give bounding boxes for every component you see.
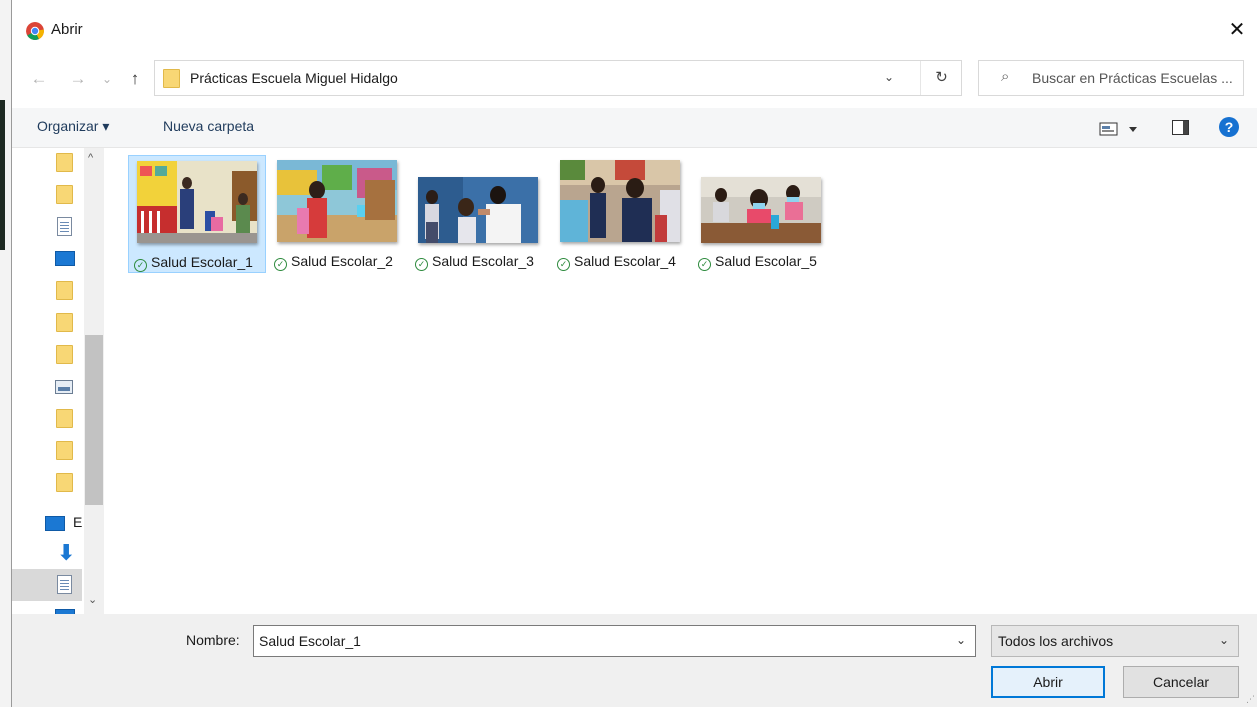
folder-icon bbox=[56, 441, 73, 460]
nav-downloads[interactable]: ⬇ bbox=[55, 540, 76, 565]
file-name: ✓ Salud Escolar_2 bbox=[269, 253, 407, 271]
file-name: ✓ Salud Escolar_5 bbox=[693, 253, 831, 271]
address-bar[interactable]: Prácticas Escuela Miguel Hidalgo ⌄ ↻ bbox=[154, 60, 962, 96]
nav-desktop-2[interactable] bbox=[55, 607, 75, 614]
download-icon: ⬇ bbox=[57, 540, 76, 565]
open-file-dialog: Abrir ✕ ← → ⌄ ↑ Prácticas Escuela Miguel… bbox=[12, 0, 1257, 707]
file-tile[interactable]: ✓ Salud Escolar_1 bbox=[128, 155, 266, 273]
preview-pane-button[interactable] bbox=[1172, 120, 1189, 135]
nav-documents[interactable] bbox=[55, 217, 75, 237]
nav-folder-3[interactable] bbox=[55, 281, 75, 301]
image-thumbnail bbox=[701, 177, 821, 243]
folder-icon bbox=[56, 313, 73, 332]
scrollbar-thumb[interactable] bbox=[85, 335, 103, 505]
command-bar: Organizar ▾ Nueva carpeta ? bbox=[12, 108, 1257, 148]
file-tile[interactable]: ✓ Salud Escolar_5 bbox=[693, 155, 831, 273]
help-button[interactable]: ? bbox=[1219, 117, 1239, 137]
title-bar: Abrir ✕ bbox=[12, 0, 1257, 60]
folder-icon bbox=[56, 153, 73, 172]
file-name-label: Nombre: bbox=[186, 632, 240, 648]
help-icon: ? bbox=[1224, 119, 1234, 135]
nav-folder-5[interactable] bbox=[55, 345, 75, 365]
address-dropdown-icon[interactable]: ⌄ bbox=[884, 70, 894, 84]
search-box[interactable]: ⌕ Buscar en Prácticas Escuelas ... bbox=[978, 60, 1244, 96]
image-thumbnail bbox=[137, 161, 257, 243]
sync-check-icon: ✓ bbox=[557, 258, 570, 271]
folder-icon bbox=[56, 185, 73, 204]
chevron-down-icon: ⌄ bbox=[101, 72, 113, 86]
pictures-icon bbox=[55, 380, 73, 394]
file-name: ✓ Salud Escolar_3 bbox=[410, 253, 548, 271]
background-window-edge bbox=[0, 0, 12, 707]
file-name-input[interactable]: Salud Escolar_1 ⌄ bbox=[253, 625, 976, 657]
file-tile[interactable]: ✓ Salud Escolar_4 bbox=[552, 155, 690, 273]
folder-icon bbox=[56, 281, 73, 300]
current-path: Prácticas Escuela Miguel Hidalgo bbox=[190, 70, 398, 86]
address-row: ← → ⌄ ↑ Prácticas Escuela Miguel Hidalgo… bbox=[12, 60, 1257, 100]
forward-arrow-icon: → bbox=[69, 69, 87, 88]
file-tile[interactable]: ✓ Salud Escolar_3 bbox=[410, 155, 548, 273]
nav-scrollbar[interactable]: ^ ⌄ bbox=[84, 148, 104, 614]
view-icon bbox=[1099, 122, 1137, 136]
chevron-down-icon[interactable]: ⌄ bbox=[956, 633, 966, 647]
image-thumbnail bbox=[560, 160, 680, 242]
sync-check-icon: ✓ bbox=[698, 258, 711, 271]
refresh-button[interactable]: ↻ bbox=[920, 61, 962, 95]
forward-button[interactable]: → bbox=[67, 66, 89, 92]
folder-icon bbox=[56, 409, 73, 428]
close-icon: ✕ bbox=[1228, 19, 1246, 41]
nav-desktop[interactable] bbox=[55, 249, 75, 269]
recent-locations-button[interactable]: ⌄ bbox=[96, 66, 118, 92]
folder-icon bbox=[56, 473, 73, 492]
chevron-down-icon: ⌄ bbox=[1218, 633, 1229, 647]
open-button[interactable]: Abrir bbox=[991, 666, 1105, 698]
file-list-view: ✓ Salud Escolar_1 ✓ Salud Escolar_2 ✓ Sa… bbox=[105, 148, 1257, 614]
nav-folder-6[interactable] bbox=[55, 409, 75, 429]
document-icon bbox=[57, 217, 72, 236]
image-thumbnail bbox=[418, 177, 538, 243]
nav-this-pc-label: E bbox=[73, 514, 83, 530]
file-type-select[interactable]: Todos los archivos ⌄ bbox=[991, 625, 1239, 657]
organize-menu-button[interactable]: Organizar ▾ bbox=[37, 118, 109, 135]
back-arrow-icon: ← bbox=[30, 69, 48, 88]
nav-documents-2[interactable] bbox=[55, 575, 75, 595]
image-thumbnail bbox=[277, 160, 397, 242]
resize-grip-icon[interactable]: ⋰ bbox=[1246, 694, 1255, 705]
search-placeholder: Buscar en Prácticas Escuelas ... bbox=[1032, 70, 1233, 86]
sync-check-icon: ✓ bbox=[274, 258, 287, 271]
close-button[interactable]: ✕ bbox=[1217, 14, 1257, 46]
computer-icon bbox=[45, 516, 65, 531]
cancel-button[interactable]: Cancelar bbox=[1123, 666, 1239, 698]
nav-this-pc[interactable] bbox=[45, 514, 65, 534]
scroll-up-icon[interactable]: ^ bbox=[88, 152, 93, 164]
folder-icon bbox=[162, 69, 180, 88]
new-folder-button[interactable]: Nueva carpeta bbox=[163, 118, 254, 134]
document-icon bbox=[57, 575, 72, 594]
file-name-value: Salud Escolar_1 bbox=[259, 633, 361, 649]
folder-icon bbox=[56, 345, 73, 364]
nav-folder-7[interactable] bbox=[55, 441, 75, 461]
up-button[interactable]: ↑ bbox=[124, 66, 146, 92]
sync-check-icon: ✓ bbox=[134, 259, 147, 272]
nav-folder-1[interactable] bbox=[55, 153, 75, 173]
up-arrow-icon: ↑ bbox=[130, 69, 140, 88]
chrome-icon bbox=[26, 22, 44, 40]
view-options-button[interactable] bbox=[1099, 120, 1139, 138]
desktop-icon bbox=[55, 251, 75, 266]
nav-folder-4[interactable] bbox=[55, 313, 75, 333]
window-title: Abrir bbox=[51, 21, 83, 38]
refresh-icon: ↻ bbox=[935, 69, 948, 86]
sync-check-icon: ✓ bbox=[415, 258, 428, 271]
back-button[interactable]: ← bbox=[28, 66, 50, 92]
nav-pictures[interactable] bbox=[55, 377, 75, 397]
scroll-down-icon[interactable]: ⌄ bbox=[88, 593, 97, 606]
search-icon: ⌕ bbox=[1001, 68, 1010, 85]
file-name: ✓ Salud Escolar_4 bbox=[552, 253, 690, 271]
dialog-footer: Nombre: Salud Escolar_1 ⌄ Todos los arch… bbox=[12, 614, 1257, 707]
nav-folder-8[interactable] bbox=[55, 473, 75, 493]
file-tile[interactable]: ✓ Salud Escolar_2 bbox=[269, 155, 407, 273]
file-type-value: Todos los archivos bbox=[998, 633, 1114, 649]
file-name: ✓ Salud Escolar_1 bbox=[129, 254, 267, 272]
nav-folder-2[interactable] bbox=[55, 185, 75, 205]
